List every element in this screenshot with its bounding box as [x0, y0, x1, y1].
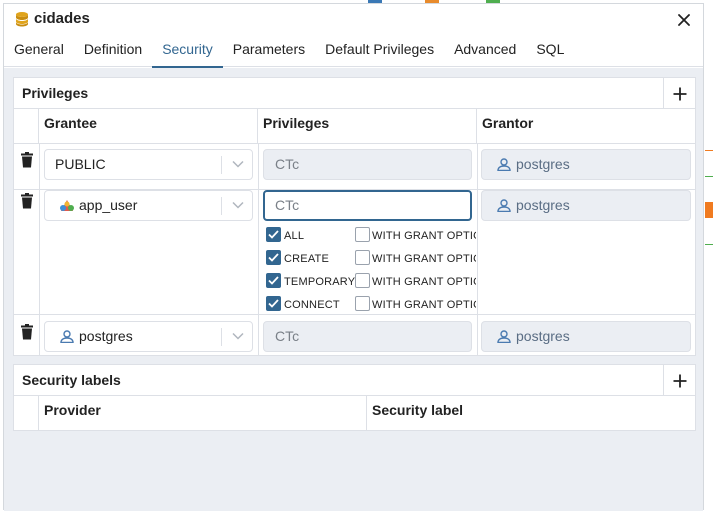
grantee-column-header: Grantee	[39, 109, 258, 143]
close-icon	[678, 14, 690, 26]
database-icon	[16, 12, 28, 27]
tab-sql[interactable]: SQL	[526, 37, 574, 67]
privileges-panel: Privileges Grantee Privileges Grantor PU…	[13, 77, 696, 356]
tab-parameters[interactable]: Parameters	[223, 37, 315, 67]
privileges-title: Privileges	[22, 85, 89, 101]
grantor-column-header: Grantor	[482, 115, 534, 131]
privilege-label-all: ALL	[284, 230, 305, 242]
security-label-column-header: Security label	[372, 402, 464, 418]
grant-option-checkbox-all[interactable]	[355, 227, 370, 242]
grid-line	[39, 143, 40, 356]
check-icon	[268, 276, 279, 285]
grantor-field: postgres	[481, 149, 691, 180]
grantor-value: postgres	[516, 328, 570, 344]
privilege-label-temporary: TEMPORARY	[284, 276, 356, 288]
user-icon	[497, 199, 511, 212]
security-labels-title: Security labels	[22, 372, 121, 388]
grantor-value: postgres	[516, 156, 570, 172]
check-icon	[268, 230, 279, 239]
tab-advanced[interactable]: Advanced	[444, 37, 526, 67]
privileges-field[interactable]: CTc	[263, 321, 472, 352]
tab-default-privileges[interactable]: Default Privileges	[315, 37, 444, 67]
chevron-down-icon	[232, 201, 244, 209]
grant-option-label: WITH GRANT OPTION	[372, 276, 476, 288]
security-labels-action-column-header	[14, 396, 39, 430]
grid-line	[477, 143, 478, 356]
privilege-checkbox-connect[interactable]	[266, 296, 281, 311]
grantee-select[interactable]: PUBLIC	[44, 149, 253, 180]
privilege-checkbox-temporary[interactable]	[266, 273, 281, 288]
privileges-column-header: Privileges	[258, 109, 477, 143]
delete-row-icon[interactable]	[20, 193, 34, 209]
add-security-label-button[interactable]	[663, 365, 695, 396]
user-icon	[497, 330, 511, 343]
properties-dialog: cidades General Definition Security Para…	[3, 3, 704, 511]
grantee-select[interactable]: postgres	[44, 321, 253, 352]
header-divider	[14, 143, 695, 144]
grid-line	[258, 143, 259, 356]
delete-row-icon[interactable]	[20, 324, 34, 340]
privileges-action-column-header	[14, 109, 39, 143]
user-icon	[60, 330, 74, 343]
grant-option-checkbox-connect[interactable]	[355, 296, 370, 311]
delete-row-icon[interactable]	[20, 152, 34, 168]
provider-column-header: Provider	[39, 396, 367, 430]
select-separator	[221, 197, 222, 215]
close-button[interactable]	[674, 10, 694, 30]
grantee-value: app_user	[79, 197, 138, 213]
privileges-header: Privileges	[14, 78, 695, 109]
grantee-value: PUBLIC	[55, 156, 106, 172]
privilege-checkbox-all[interactable]	[266, 227, 281, 242]
privilege-label-connect: CONNECT	[284, 299, 340, 311]
background-chart-fragment	[705, 202, 713, 218]
plus-icon	[673, 374, 686, 387]
background-chart-fragment	[705, 150, 713, 151]
user-icon	[497, 158, 511, 171]
plus-icon	[673, 87, 686, 100]
row-divider	[14, 314, 695, 315]
grant-option-label: WITH GRANT OPTION	[372, 253, 476, 265]
dialog-title: cidades	[34, 10, 90, 27]
security-labels-header: Security labels	[14, 365, 695, 396]
chevron-down-icon	[232, 332, 244, 340]
privilege-label-create: CREATE	[284, 253, 330, 265]
privileges-field[interactable]: CTc	[263, 149, 472, 180]
tab-general[interactable]: General	[4, 37, 74, 67]
dialog-titlebar[interactable]: cidades	[4, 4, 703, 34]
grantor-field: postgres	[481, 190, 691, 221]
check-icon	[268, 299, 279, 308]
grantee-select[interactable]: app_user	[44, 190, 253, 221]
grant-option-checkbox-temporary[interactable]	[355, 273, 370, 288]
select-separator	[221, 156, 222, 174]
privilege-checkbox-create[interactable]	[266, 250, 281, 265]
chevron-down-icon	[232, 160, 244, 168]
background-chart-fragment	[705, 176, 713, 177]
grant-option-label: WITH GRANT OPTION	[372, 299, 476, 311]
grantor-field: postgres	[481, 321, 691, 352]
check-icon	[268, 253, 279, 262]
tab-definition[interactable]: Definition	[74, 37, 152, 67]
grant-option-label: WITH GRANT OPTION	[372, 230, 476, 242]
background-chart-fragment	[705, 244, 713, 245]
tab-bar: General Definition Security Parameters D…	[4, 37, 703, 68]
select-separator	[221, 328, 222, 346]
grant-option-labels: WITH GRANT OPTION WITH GRANT OPTION WITH…	[372, 226, 476, 320]
security-labels-panel: Security labels Provider Security label	[13, 364, 696, 431]
group-icon	[60, 200, 74, 211]
tab-security[interactable]: Security	[152, 37, 223, 68]
privileges-field-active[interactable]: CTc	[263, 190, 472, 221]
grant-option-checkbox-create[interactable]	[355, 250, 370, 265]
security-tab-content: Privileges Grantee Privileges Grantor PU…	[4, 68, 703, 511]
grantee-value: postgres	[79, 328, 133, 344]
add-privilege-button[interactable]	[663, 78, 695, 109]
grantor-value: postgres	[516, 197, 570, 213]
